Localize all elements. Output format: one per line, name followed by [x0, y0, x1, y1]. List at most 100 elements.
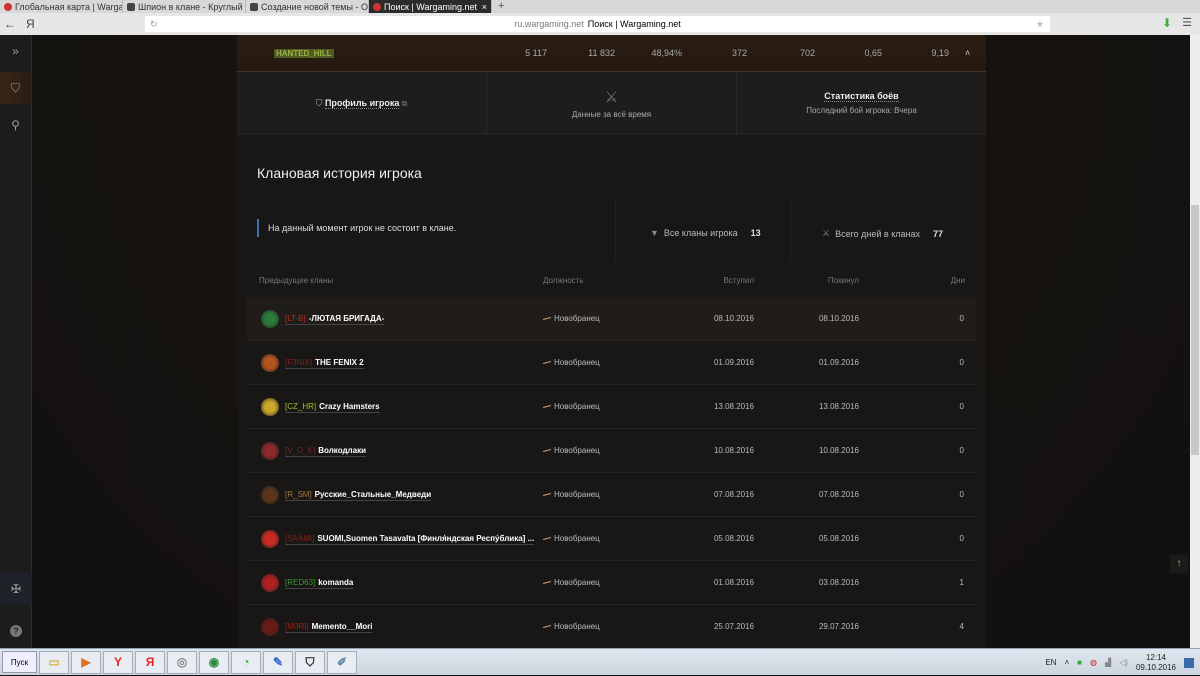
- tab-label: Поиск | Wargaming.net: [384, 1, 477, 12]
- scrollbar[interactable]: [1190, 35, 1200, 648]
- clan-emblem-icon: [261, 486, 279, 504]
- clan-history-row: [LT-B] -ЛЮТАЯ БРИГАДА- Новобранец 08.10.2…: [247, 297, 976, 341]
- network-app-icon[interactable]: ✎: [263, 650, 293, 674]
- wot-favicon-icon: [250, 2, 258, 11]
- clan-tag: [SAAMI]: [285, 534, 315, 543]
- column-header-joined[interactable]: Вступил: [707, 276, 754, 285]
- close-tab-icon[interactable]: ×: [482, 2, 487, 12]
- clan-link[interactable]: [RED63] komanda: [285, 578, 354, 589]
- clan-tag: [V_O_K]: [285, 446, 316, 455]
- clan-emblem-icon: [261, 310, 279, 328]
- wargaming-favicon-icon: [373, 2, 381, 11]
- back-button[interactable]: ←: [4, 17, 16, 31]
- help-icon[interactable]: ?: [0, 615, 32, 647]
- player-shield-icon[interactable]: ⛉: [0, 72, 31, 104]
- url-field[interactable]: ↻ ru.wargaming.net Поиск | Wargaming.net…: [145, 16, 1050, 32]
- clan-name: Crazy Hamsters: [319, 402, 380, 411]
- collapse-chevron-icon[interactable]: ˄: [965, 48, 970, 58]
- clan-link[interactable]: [LT-B] -ЛЮТАЯ БРИГАДА-: [285, 314, 385, 325]
- column-header-left[interactable]: Покинул: [807, 276, 859, 285]
- clan-link[interactable]: [M0RI] Memento__Mori: [285, 622, 373, 633]
- tab-search[interactable]: Поиск | Wargaming.net ×: [369, 0, 492, 13]
- last-battle-label: Последний бой игрока: Вчера: [806, 106, 917, 115]
- show-desktop-button[interactable]: [1184, 657, 1194, 668]
- explorer-icon[interactable]: ▭: [39, 650, 69, 674]
- paint-icon[interactable]: ✐: [327, 650, 357, 674]
- system-tray: EN ˄ ■ ◍ ▟ ◁) 12:14 09.10.2016: [1045, 649, 1200, 676]
- volume-icon[interactable]: ◁): [1119, 658, 1128, 667]
- profile-card: ⛉ Профиль игрока ⧉: [237, 72, 487, 134]
- profile-link[interactable]: Профиль игрока: [324, 97, 400, 109]
- signal-app-icon[interactable]: ◔: [231, 650, 261, 674]
- reload-icon[interactable]: ↻: [150, 19, 158, 30]
- wot-game-icon[interactable]: ⛉: [295, 650, 325, 674]
- clock[interactable]: 12:14 09.10.2016: [1136, 653, 1176, 673]
- days-count: 4: [959, 622, 964, 631]
- yandex-icon[interactable]: Я: [135, 650, 165, 674]
- clan-tag: [R_SM]: [285, 490, 312, 499]
- clan-link[interactable]: [F3NIX] THE FENIX 2: [285, 358, 364, 369]
- yandex-browser-icon[interactable]: Y: [103, 650, 133, 674]
- days-in-clans-summary: ⚔ Всего дней в кланах 77: [822, 228, 943, 239]
- player-row[interactable]: HANTED_HILL 5 117 11 832 48,94% 372 702 …: [237, 35, 986, 72]
- clan-search-icon[interactable]: ⚲: [0, 109, 31, 141]
- joined-date: 25.07.2016: [713, 622, 754, 631]
- clan-emblem-icon: [261, 574, 279, 592]
- new-tab-button[interactable]: +: [492, 0, 510, 13]
- player-name[interactable]: HANTED_HILL: [274, 48, 334, 58]
- section-title: Клановая история игрока: [257, 165, 422, 181]
- wot-logo-icon[interactable]: ✠: [0, 573, 32, 605]
- battle-stats-card: Статистика боёв Последний бой игрока: Вче…: [737, 72, 986, 134]
- scroll-to-top-button[interactable]: ↑: [1170, 555, 1188, 573]
- left-date: 10.08.2016: [818, 446, 859, 455]
- days-count: 0: [959, 358, 964, 367]
- language-indicator[interactable]: EN: [1045, 658, 1056, 667]
- clan-tag: [RED63]: [285, 578, 316, 587]
- clan-link[interactable]: [V_O_K] Волкодлаки: [285, 446, 367, 457]
- bookmark-star-icon[interactable]: ★: [1036, 19, 1044, 30]
- tab-label: Шпион в клане - Круглый: [138, 1, 243, 12]
- stat-value: 702: [799, 48, 815, 58]
- tab-global-map[interactable]: Глобальная карта | Wargaming: [0, 0, 123, 13]
- shield-icon: ⛉: [315, 97, 325, 108]
- time: 12:14: [1145, 652, 1166, 662]
- rank-stripe-icon: [543, 449, 551, 453]
- network-icon[interactable]: ▟: [1105, 658, 1111, 667]
- role-label: Новобранец: [554, 358, 600, 367]
- all-clans-summary[interactable]: ▼ Все кланы игрока 13: [650, 228, 761, 238]
- clan-history-row: [CZ_HR] Crazy Hamsters Новобранец 13.08.2…: [247, 385, 976, 429]
- expand-sidebar-icon[interactable]: »: [0, 35, 31, 67]
- scrollbar-thumb[interactable]: [1191, 205, 1199, 455]
- antivirus-icon[interactable]: ◍: [1090, 658, 1097, 667]
- menu-icon[interactable]: ☰: [1182, 16, 1192, 29]
- joined-date: 07.08.2016: [713, 490, 754, 499]
- clan-history-row: [R_SM] Русские_Стальные_Медведи Новобране…: [247, 473, 976, 517]
- tab-spy[interactable]: Шпион в клане - Круглый: [123, 0, 246, 13]
- media-player-icon[interactable]: ▶: [71, 650, 101, 674]
- crossed-swords-icon: ⚔: [822, 228, 831, 238]
- stat-value: 9,19: [931, 48, 949, 58]
- tab-new-topic[interactable]: Создание новой темы - Оф: [246, 0, 369, 13]
- clan-history-row: [F3NIX] THE FENIX 2 Новобранец 01.09.2016…: [247, 341, 976, 385]
- chrome-icon[interactable]: ◉: [199, 650, 229, 674]
- rank-stripe-icon: [543, 493, 551, 497]
- column-header-role[interactable]: Должность: [543, 276, 584, 285]
- role-label: Новобранец: [554, 490, 600, 499]
- clan-emblem-icon: [261, 618, 279, 636]
- role: Новобранец: [543, 402, 600, 411]
- joined-date: 10.08.2016: [713, 446, 754, 455]
- battle-stats-link[interactable]: Статистика боёв: [824, 91, 899, 102]
- role-label: Новобранец: [554, 314, 600, 323]
- clan-tag: [F3NIX]: [285, 358, 313, 367]
- column-header-days[interactable]: Дни: [927, 276, 965, 285]
- safely-remove-icon[interactable]: ■: [1077, 658, 1082, 667]
- clan-link[interactable]: [R_SM] Русские_Стальные_Медведи: [285, 490, 432, 501]
- download-icon[interactable]: ⬇: [1162, 16, 1172, 30]
- tray-expand-icon[interactable]: ˄: [1064, 658, 1069, 667]
- yandex-button[interactable]: Я: [26, 17, 35, 31]
- clan-link[interactable]: [SAAMI] SUOMI,Suomen Tasavalta [Финля́ндс…: [285, 534, 535, 545]
- start-button[interactable]: Пуск: [2, 651, 37, 673]
- clan-link[interactable]: [CZ_HR] Crazy Hamsters: [285, 402, 380, 413]
- system-app-icon[interactable]: ◎: [167, 650, 197, 674]
- sidebar: » ⛉ ⚲ ✠ ?: [0, 35, 32, 648]
